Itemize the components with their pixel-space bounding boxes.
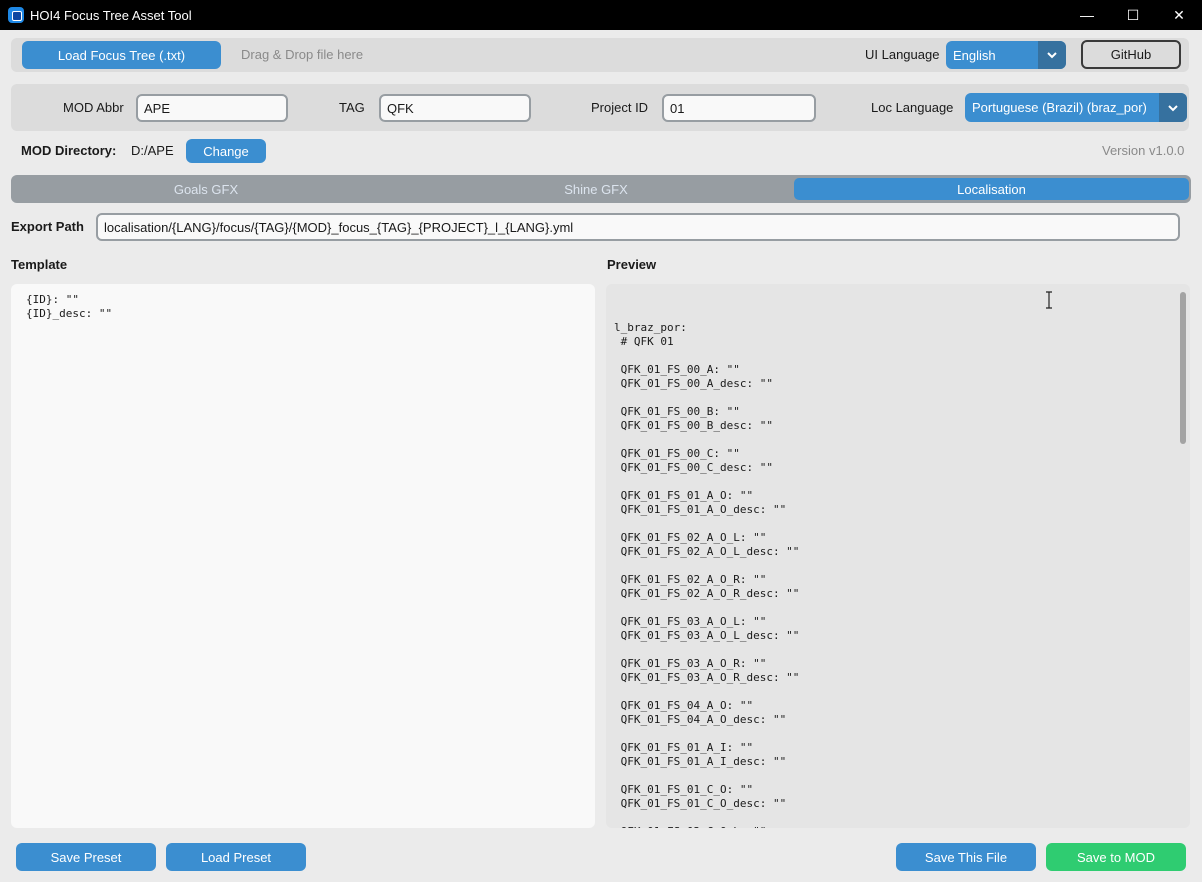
tag-input[interactable]: QFK: [379, 94, 531, 122]
maximize-button[interactable]: ☐: [1110, 0, 1156, 30]
loc-language-label: Loc Language: [871, 100, 954, 115]
tab-shine-gfx[interactable]: Shine GFX: [400, 178, 792, 200]
save-this-file-button[interactable]: Save This File: [896, 843, 1036, 871]
project-id-label: Project ID: [591, 100, 649, 115]
mod-directory-value: D:/APE: [131, 143, 174, 158]
ui-language-dropdown[interactable]: English: [946, 41, 1066, 69]
change-directory-button[interactable]: Change: [186, 139, 266, 163]
preview-panel[interactable]: l_braz_por: # QFK 01 QFK_01_FS_00_A: "" …: [606, 284, 1190, 828]
preview-scrollbar[interactable]: [1180, 292, 1186, 444]
save-preset-button[interactable]: Save Preset: [16, 843, 156, 871]
mod-abbr-label: MOD Abbr: [63, 100, 124, 115]
loc-language-dropdown[interactable]: Portuguese (Brazil) (braz_por): [965, 93, 1187, 122]
chevron-down-icon[interactable]: [1159, 93, 1187, 122]
title-bar: HOI4 Focus Tree Asset Tool — ☐ ✕: [0, 0, 1202, 30]
template-editor[interactable]: {ID}: "" {ID}_desc: "": [11, 284, 595, 828]
text-cursor-icon: [1046, 291, 1052, 309]
export-path-label: Export Path: [11, 219, 84, 234]
mod-abbr-input[interactable]: APE: [136, 94, 288, 122]
project-id-input[interactable]: 01: [662, 94, 816, 122]
load-focus-tree-button[interactable]: Load Focus Tree (.txt): [22, 41, 221, 69]
version-label: Version v1.0.0: [1102, 143, 1185, 158]
loc-language-value: Portuguese (Brazil) (braz_por): [972, 100, 1147, 115]
export-path-input[interactable]: localisation/{LANG}/focus/{TAG}/{MOD}_fo…: [96, 213, 1180, 241]
window-title: HOI4 Focus Tree Asset Tool: [30, 7, 192, 23]
load-preset-button[interactable]: Load Preset: [166, 843, 306, 871]
mod-directory-label: MOD Directory:: [21, 143, 117, 158]
preview-label: Preview: [607, 257, 657, 272]
window-controls: — ☐ ✕: [1064, 0, 1202, 30]
tag-label: TAG: [339, 100, 365, 115]
tab-bar: Goals GFX Shine GFX Localisation: [11, 175, 1191, 203]
chevron-down-icon[interactable]: [1038, 41, 1066, 69]
github-button[interactable]: GitHub: [1081, 40, 1181, 69]
tab-goals-gfx[interactable]: Goals GFX: [14, 178, 398, 200]
tab-localisation[interactable]: Localisation: [794, 178, 1189, 200]
ui-language-label: UI Language: [865, 47, 940, 62]
ui-language-value: English: [953, 47, 996, 63]
app-icon: [8, 7, 24, 23]
minimize-button[interactable]: —: [1064, 0, 1110, 30]
drop-zone-hint[interactable]: Drag & Drop file here: [241, 47, 363, 62]
save-to-mod-button[interactable]: Save to MOD: [1046, 843, 1186, 871]
preview-text: l_braz_por: # QFK 01 QFK_01_FS_00_A: "" …: [614, 321, 800, 828]
template-label: Template: [11, 257, 68, 272]
close-button[interactable]: ✕: [1156, 0, 1202, 30]
